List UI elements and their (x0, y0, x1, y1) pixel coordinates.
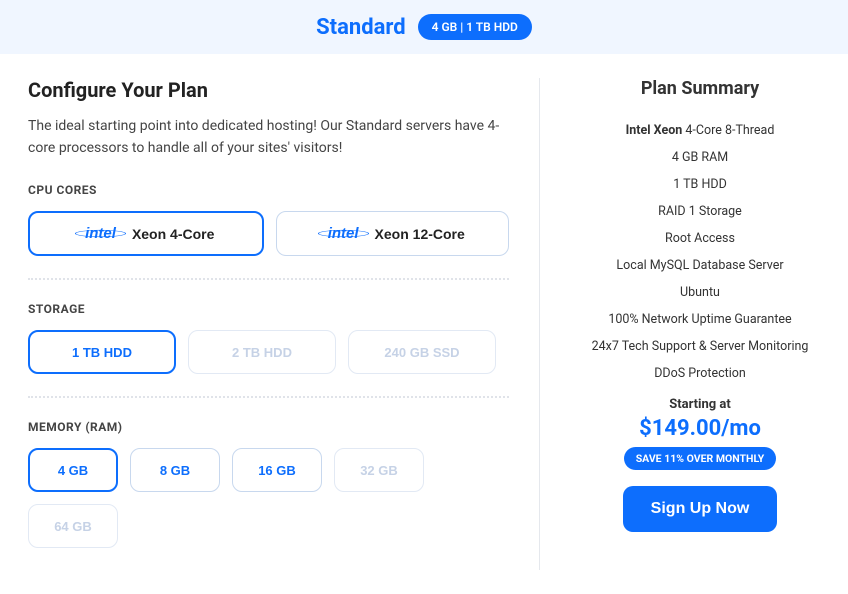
summary-item-text: 24x7 Tech Support & Server Monitoring (592, 339, 809, 354)
configure-panel: Configure Your Plan The ideal starting p… (28, 78, 540, 570)
summary-item-text: DDoS Protection (654, 366, 746, 381)
summary-item-text: Root Access (665, 231, 735, 246)
memory-option[interactable]: 16 GB (232, 448, 322, 492)
cpu-option-label: Xeon 12-Core (375, 226, 465, 242)
summary-item: Local MySQL Database Server (580, 252, 820, 279)
summary-item-text: 100% Network Uptime Guarantee (608, 312, 791, 327)
cpu-option-label: Xeon 4-Core (132, 226, 214, 242)
configure-description: The ideal starting point into dedicated … (28, 116, 509, 159)
summary-item: 4 GB RAM (580, 144, 820, 171)
summary-item-text: 1 TB HDD (673, 177, 727, 192)
summary-item: Root Access (580, 225, 820, 252)
summary-list: Intel Xeon 4-Core 8-Thread 4 GB RAM 1 TB H… (580, 117, 820, 387)
starting-label: Starting at (580, 397, 820, 412)
summary-item-text: 4 GB RAM (672, 150, 728, 165)
intel-logo-icon: intel (77, 225, 124, 242)
memory-option[interactable]: 8 GB (130, 448, 220, 492)
storage-label: STORAGE (28, 302, 509, 316)
cpu-options: intel Xeon 4-Core intel Xeon 12-Core (28, 211, 509, 256)
intel-logo-icon: intel (320, 225, 367, 242)
summary-item-text: Local MySQL Database Server (616, 258, 783, 273)
summary-title: Plan Summary (580, 78, 820, 99)
summary-item-text: Ubuntu (680, 285, 720, 300)
configure-title: Configure Your Plan (28, 78, 509, 102)
summary-item: DDoS Protection (580, 360, 820, 387)
plan-badge: 4 GB | 1 TB HDD (418, 14, 532, 40)
storage-option: 2 TB HDD (188, 330, 336, 374)
cpu-label: CPU CORES (28, 183, 509, 197)
memory-options: 4 GB 8 GB 16 GB 32 GB 64 GB (28, 448, 509, 548)
memory-option: 64 GB (28, 504, 118, 548)
summary-item: Intel Xeon 4-Core 8-Thread (580, 117, 820, 144)
memory-label: MEMORY (RAM) (28, 420, 509, 434)
plan-name: Standard (316, 15, 406, 40)
price: $149.00/mo (580, 416, 820, 441)
divider (28, 396, 509, 398)
signup-button[interactable]: Sign Up Now (623, 486, 778, 532)
plan-header: Standard 4 GB | 1 TB HDD (0, 0, 848, 54)
divider (28, 278, 509, 280)
summary-item: 1 TB HDD (580, 171, 820, 198)
storage-option: 240 GB SSD (348, 330, 496, 374)
memory-option[interactable]: 4 GB (28, 448, 118, 492)
summary-panel: Plan Summary Intel Xeon 4-Core 8-Thread4… (580, 78, 820, 570)
summary-item-bold: Intel Xeon (626, 123, 683, 138)
save-badge: SAVE 11% OVER MONTHLY (624, 447, 777, 470)
summary-item: Ubuntu (580, 279, 820, 306)
storage-option[interactable]: 1 TB HDD (28, 330, 176, 374)
summary-item: RAID 1 Storage (580, 198, 820, 225)
summary-item-text: 4-Core 8-Thread (682, 123, 774, 138)
summary-item: 100% Network Uptime Guarantee (580, 306, 820, 333)
cpu-option[interactable]: intel Xeon 4-Core (28, 211, 264, 256)
summary-item-text: RAID 1 Storage (658, 204, 742, 219)
memory-option: 32 GB (334, 448, 424, 492)
summary-item: 24x7 Tech Support & Server Monitoring (580, 333, 820, 360)
cpu-option[interactable]: intel Xeon 12-Core (276, 211, 510, 256)
storage-options: 1 TB HDD 2 TB HDD 240 GB SSD (28, 330, 509, 374)
